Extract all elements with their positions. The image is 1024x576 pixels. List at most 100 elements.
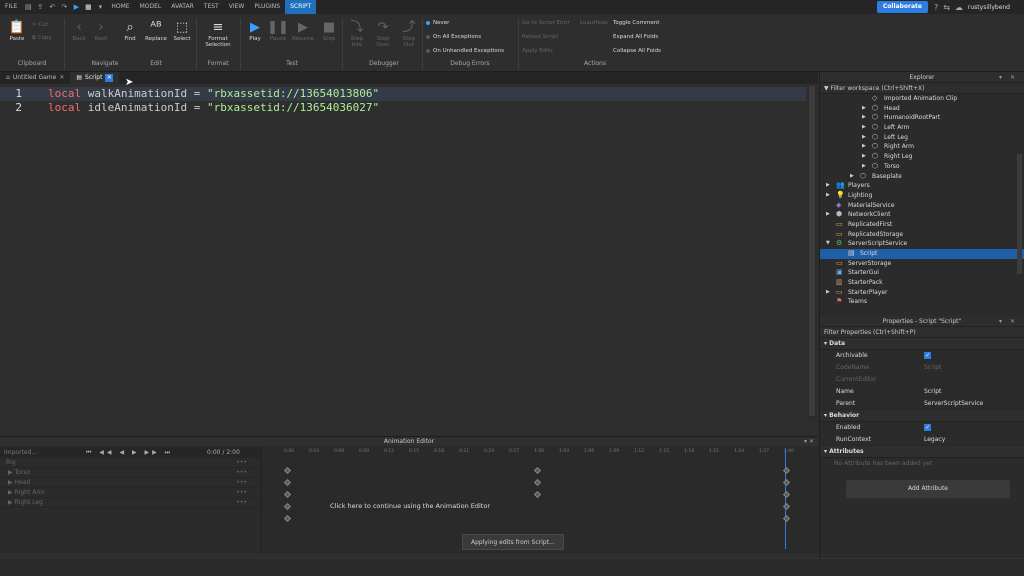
- explorer-item[interactable]: ▤ Script: [820, 249, 1024, 259]
- more-icon[interactable]: •••: [236, 498, 247, 508]
- runcontext-value[interactable]: Legacy: [924, 434, 945, 446]
- reload-script-button[interactable]: Reload Script: [522, 34, 558, 40]
- track-row[interactable]: ▶ Right Leg •••: [0, 498, 261, 508]
- help-icon[interactable]: ?: [934, 3, 938, 12]
- name-value[interactable]: Script: [924, 386, 941, 398]
- tab-untitled-game[interactable]: ⌂ Untitled Game ✕: [0, 72, 70, 84]
- undo-icon[interactable]: ↶: [46, 0, 58, 14]
- collaborate-button[interactable]: Collaborate: [876, 1, 928, 13]
- close-icon[interactable]: ✕: [105, 74, 114, 82]
- explorer-item[interactable]: ▥ StarterPack: [820, 278, 1024, 288]
- menu-tab-model[interactable]: MODEL: [135, 0, 167, 14]
- cloud-icon[interactable]: ☁: [955, 3, 963, 12]
- chevron-right-icon[interactable]: ▶: [850, 172, 854, 182]
- tab-script[interactable]: ▤ Script ✕: [70, 72, 120, 84]
- properties-filter-input[interactable]: Filter Properties (Ctrl+Shift+P): [820, 327, 1024, 338]
- chevron-right-icon[interactable]: ▶: [862, 123, 866, 133]
- explorer-item[interactable]: ◇ Imported Animation Clip: [820, 94, 1024, 104]
- explorer-item[interactable]: ▣ StarterGui: [820, 268, 1024, 278]
- menu-tab-script[interactable]: SCRIPT: [285, 0, 317, 14]
- panel-controls[interactable]: ▾ ✕: [804, 437, 814, 446]
- toggle-comment-button[interactable]: Toggle Comment: [613, 20, 659, 26]
- code-line[interactable]: 2 local idleAnimationId = "rbxassetid://…: [0, 101, 806, 115]
- clip-name[interactable]: Imported...: [4, 449, 37, 456]
- save-icon[interactable]: ▤: [22, 0, 34, 14]
- step-into-button[interactable]: ⤵ Step Into: [346, 20, 368, 48]
- checkbox-checked-icon[interactable]: ✓: [924, 352, 931, 359]
- pause-button[interactable]: ❚❚ Pause: [267, 20, 289, 42]
- explorer-item[interactable]: ▭ ReplicatedStorage: [820, 230, 1024, 240]
- section-behavior[interactable]: ▾ Behavior: [820, 410, 1024, 422]
- track-row[interactable]: Rig •••: [0, 458, 261, 468]
- share-icon[interactable]: ⇆: [943, 3, 950, 12]
- next-button[interactable]: › Next: [92, 20, 110, 42]
- chevron-right-icon[interactable]: ▶: [862, 133, 866, 143]
- checkbox-checked-icon[interactable]: ✓: [924, 424, 931, 431]
- more-icon[interactable]: •••: [236, 468, 247, 478]
- add-attribute-button[interactable]: Add Attribute: [846, 480, 1010, 498]
- explorer-item[interactable]: ▶ ⬡ Left Leg: [820, 133, 1024, 143]
- chevron-right-icon[interactable]: ▶: [862, 162, 866, 172]
- more-icon[interactable]: •••: [236, 478, 247, 488]
- panel-controls[interactable]: ▾ ✕: [999, 316, 1018, 327]
- more-icon[interactable]: •••: [236, 458, 247, 468]
- step-out-button[interactable]: ⤴ Step Out: [398, 20, 420, 48]
- scrollbar-thumb[interactable]: [809, 86, 815, 416]
- chevron-right-icon[interactable]: ▶: [826, 181, 830, 191]
- explorer-item[interactable]: ▶ ⬡ Right Arm: [820, 142, 1024, 152]
- scrollbar-thumb[interactable]: [1017, 154, 1022, 274]
- quick-stop-icon[interactable]: ■: [82, 0, 94, 14]
- debug-never-option[interactable]: Never: [426, 20, 449, 26]
- step-over-button[interactable]: ↷ Step Over: [372, 20, 394, 48]
- stop-button[interactable]: ■ Stop: [318, 20, 340, 42]
- explorer-item[interactable]: ▶ 👥 Players: [820, 181, 1024, 191]
- explorer-item[interactable]: ▶ ⬡ Head: [820, 104, 1024, 114]
- debug-unhandled-option[interactable]: On Unhandled Exceptions: [426, 48, 504, 54]
- publish-icon[interactable]: ⇪: [34, 0, 46, 14]
- collapse-all-folds-button[interactable]: Collapse All Folds: [613, 48, 661, 54]
- explorer-item[interactable]: ▶ ▭ StarterPlayer: [820, 288, 1024, 298]
- section-data[interactable]: ▾ Data: [820, 338, 1024, 350]
- chevron-right-icon[interactable]: ▶: [862, 152, 866, 162]
- quick-play-icon[interactable]: ▶: [70, 0, 82, 14]
- replace-button[interactable]: ᴬᴮ Replace: [143, 20, 169, 42]
- chevron-right-icon[interactable]: ▶: [862, 104, 866, 114]
- timeline-playhead[interactable]: [785, 449, 786, 549]
- panel-controls[interactable]: ▾ ✕: [999, 72, 1018, 83]
- menu-tab-home[interactable]: HOME: [106, 0, 134, 14]
- goto-script-error-button[interactable]: Go to Script Error: [522, 20, 570, 26]
- explorer-item[interactable]: ▶ ⬡ Left Arm: [820, 123, 1024, 133]
- debug-all-option[interactable]: On All Exceptions: [426, 34, 481, 40]
- back-button[interactable]: ‹ Back: [70, 20, 88, 42]
- paste-button[interactable]: 📋 Paste: [6, 20, 28, 42]
- dropdown-icon[interactable]: ▾: [94, 0, 106, 14]
- explorer-filter-input[interactable]: ▼ Filter workspace (Ctrl+Shift+X): [820, 83, 1024, 94]
- script-editor[interactable]: 1 local walkAnimationId = "rbxassetid://…: [0, 84, 818, 436]
- chevron-right-icon[interactable]: ▶: [862, 113, 866, 123]
- explorer-item[interactable]: ◈ MaterialService: [820, 201, 1024, 211]
- explorer-item[interactable]: ⚑ Teams: [820, 297, 1024, 307]
- close-icon[interactable]: ✕: [59, 72, 64, 84]
- menu-tab-view[interactable]: VIEW: [224, 0, 250, 14]
- chevron-right-icon[interactable]: ▶: [826, 191, 830, 201]
- copy-button[interactable]: ⧉ Copy: [32, 35, 52, 42]
- parent-value[interactable]: ServerScriptService: [924, 398, 983, 410]
- menu-tab-plugins[interactable]: PLUGINS: [249, 0, 285, 14]
- file-menu[interactable]: FILE: [0, 0, 22, 14]
- explorer-item[interactable]: ▭ ServerStorage: [820, 259, 1024, 269]
- menu-tab-test[interactable]: TEST: [199, 0, 224, 14]
- explorer-item[interactable]: ▶ ⬡ HumanoidRootPart: [820, 113, 1024, 123]
- format-selection-button[interactable]: ≡ Format Selection: [200, 20, 236, 48]
- resume-button[interactable]: ▶ Resume: [290, 20, 316, 42]
- luauheap-button[interactable]: LuauHeap: [580, 20, 608, 26]
- play-button[interactable]: ▶ Play: [244, 20, 266, 42]
- section-attributes[interactable]: ▾ Attributes: [820, 446, 1024, 458]
- chevron-right-icon[interactable]: ▶: [862, 142, 866, 152]
- more-icon[interactable]: •••: [236, 488, 247, 498]
- username[interactable]: rustysillybend: [968, 4, 1010, 11]
- explorer-item[interactable]: ▭ ReplicatedFirst: [820, 220, 1024, 230]
- track-row[interactable]: ▶ Torso •••: [0, 468, 261, 478]
- chevron-down-icon[interactable]: ▼: [826, 239, 830, 249]
- apply-edits-button[interactable]: Apply Edits: [522, 48, 553, 54]
- chevron-right-icon[interactable]: ▶: [826, 288, 830, 298]
